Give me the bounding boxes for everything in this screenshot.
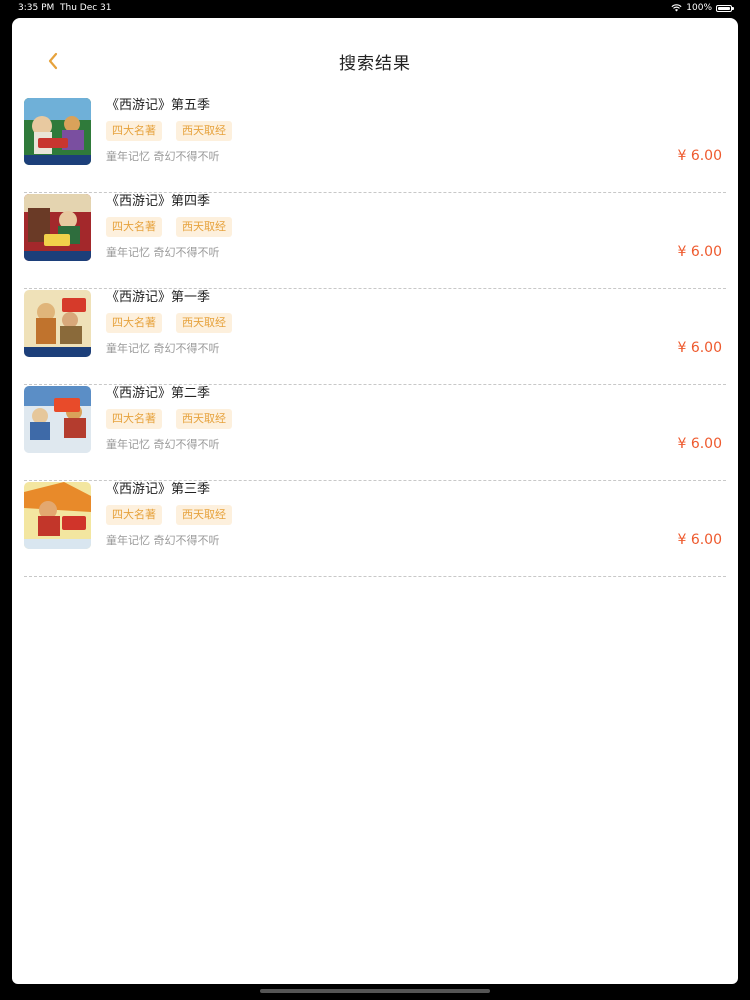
page-title: 搜索结果 bbox=[339, 54, 411, 74]
status-bar: 3:35 PM Thu Dec 31 100% bbox=[0, 0, 750, 16]
tag: 四大名著 bbox=[106, 409, 162, 429]
result-price: ¥ 6.00 bbox=[677, 436, 722, 452]
tag: 西天取经 bbox=[176, 313, 232, 333]
wifi-icon bbox=[671, 4, 682, 12]
home-indicator[interactable] bbox=[260, 989, 490, 993]
result-tags: 四大名著 西天取经 bbox=[106, 217, 232, 237]
result-title: 《西游记》第三季 bbox=[106, 482, 211, 497]
result-price: ¥ 6.00 bbox=[677, 532, 722, 548]
result-title: 《西游记》第五季 bbox=[106, 98, 211, 113]
result-description: 童年记忆 奇幻不得不听 bbox=[106, 246, 220, 259]
results-list: 《西游记》第五季 四大名著 西天取经 童年记忆 奇幻不得不听 ¥ 6.00 《西… bbox=[24, 98, 726, 577]
result-title: 《西游记》第二季 bbox=[106, 386, 211, 401]
result-description: 童年记忆 奇幻不得不听 bbox=[106, 342, 220, 355]
tag: 西天取经 bbox=[176, 409, 232, 429]
tag: 四大名著 bbox=[106, 505, 162, 525]
cover-image bbox=[24, 290, 91, 357]
result-item[interactable]: 《西游记》第一季 四大名著 西天取经 童年记忆 奇幻不得不听 ¥ 6.00 bbox=[24, 290, 726, 385]
tag: 四大名著 bbox=[106, 313, 162, 333]
result-item[interactable]: 《西游记》第四季 四大名著 西天取经 童年记忆 奇幻不得不听 ¥ 6.00 bbox=[24, 194, 726, 289]
tag: 西天取经 bbox=[176, 121, 232, 141]
result-tags: 四大名著 西天取经 bbox=[106, 409, 232, 429]
tag: 西天取经 bbox=[176, 217, 232, 237]
status-time: 3:35 PM bbox=[18, 3, 55, 13]
result-item[interactable]: 《西游记》第五季 四大名著 西天取经 童年记忆 奇幻不得不听 ¥ 6.00 bbox=[24, 98, 726, 193]
result-title: 《西游记》第一季 bbox=[106, 290, 211, 305]
cover-image bbox=[24, 194, 91, 261]
result-description: 童年记忆 奇幻不得不听 bbox=[106, 150, 220, 163]
cover-image bbox=[24, 386, 91, 453]
tag: 四大名著 bbox=[106, 121, 162, 141]
result-price: ¥ 6.00 bbox=[677, 244, 722, 260]
result-title: 《西游记》第四季 bbox=[106, 194, 211, 209]
battery-icon bbox=[716, 4, 734, 12]
status-date: Thu Dec 31 bbox=[60, 3, 112, 13]
cover-image bbox=[24, 98, 91, 165]
cover-image bbox=[24, 482, 91, 549]
status-right: 100% bbox=[671, 0, 734, 16]
tag: 西天取经 bbox=[176, 505, 232, 525]
result-tags: 四大名著 西天取经 bbox=[106, 505, 232, 525]
result-description: 童年记忆 奇幻不得不听 bbox=[106, 438, 220, 451]
nav-bar: 搜索结果 bbox=[12, 18, 738, 100]
search-results-sheet: 搜索结果 《西游记》第五季 四大名著 西天取经 童年记忆 奇幻不得不听 ¥ 6.… bbox=[12, 18, 738, 984]
result-price: ¥ 6.00 bbox=[677, 340, 722, 356]
result-item[interactable]: 《西游记》第二季 四大名著 西天取经 童年记忆 奇幻不得不听 ¥ 6.00 bbox=[24, 386, 726, 481]
result-description: 童年记忆 奇幻不得不听 bbox=[106, 534, 220, 547]
result-item[interactable]: 《西游记》第三季 四大名著 西天取经 童年记忆 奇幻不得不听 ¥ 6.00 bbox=[24, 482, 726, 577]
tag: 四大名著 bbox=[106, 217, 162, 237]
result-tags: 四大名著 西天取经 bbox=[106, 313, 232, 333]
result-tags: 四大名著 西天取经 bbox=[106, 121, 232, 141]
result-price: ¥ 6.00 bbox=[677, 148, 722, 164]
battery-percent: 100% bbox=[686, 3, 712, 13]
